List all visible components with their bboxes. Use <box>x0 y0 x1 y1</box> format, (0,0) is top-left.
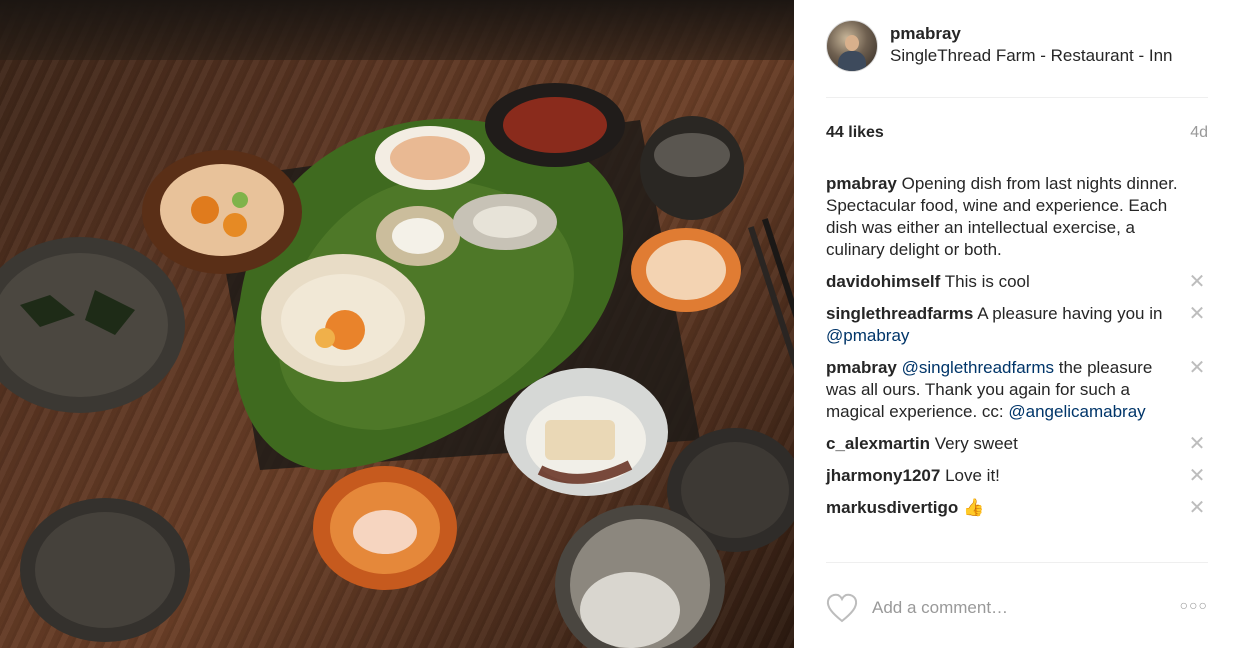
comment-item: jharmony1207 Love it! ✕ <box>826 465 1208 487</box>
caption: pmabray Opening dish from last nights di… <box>826 173 1208 261</box>
delete-comment-icon[interactable]: ✕ <box>1186 357 1208 379</box>
comment-username[interactable]: davidohimself <box>826 272 940 291</box>
comment-mention[interactable]: @singlethreadfarms <box>902 358 1054 377</box>
add-comment-input[interactable] <box>872 595 1152 621</box>
delete-comment-icon[interactable]: ✕ <box>1186 433 1208 455</box>
comment-item: davidohimself This is cool ✕ <box>826 271 1208 293</box>
comment-item: pmabray @singlethreadfarms the pleasure … <box>826 357 1208 423</box>
comment-footer: ○○○ <box>826 562 1208 648</box>
caption-username[interactable]: pmabray <box>826 174 897 193</box>
comment-text: Love it! <box>945 466 1000 485</box>
comments-list: pmabray Opening dish from last nights di… <box>826 173 1208 529</box>
avatar[interactable] <box>826 20 878 72</box>
avatar-body <box>838 51 866 71</box>
more-options-icon[interactable]: ○○○ <box>1174 597 1208 615</box>
likes-row: 44 likes 4d <box>826 124 1208 148</box>
post-author-username[interactable]: pmabray <box>890 24 961 44</box>
comment-username[interactable]: c_alexmartin <box>826 434 930 453</box>
post-timestamp[interactable]: 4d <box>1190 124 1208 142</box>
post-location[interactable]: SingleThread Farm - Restaurant - Inn <box>890 46 1173 66</box>
comment-text: A pleasure having you in <box>977 304 1163 323</box>
comment-username[interactable]: pmabray <box>826 358 897 377</box>
comment-text: 👍 <box>963 498 985 517</box>
delete-comment-icon[interactable]: ✕ <box>1186 303 1208 325</box>
delete-comment-icon[interactable]: ✕ <box>1186 271 1208 293</box>
comment-mention[interactable]: @angelicamabray <box>1008 402 1145 421</box>
avatar-face <box>845 35 859 51</box>
comment-item: c_alexmartin Very sweet ✕ <box>826 433 1208 455</box>
food-illustration <box>0 83 794 648</box>
comment-username[interactable]: jharmony1207 <box>826 466 940 485</box>
post-details-panel: pmabray SingleThread Farm - Restaurant -… <box>794 0 1238 648</box>
comment-text: Very sweet <box>934 434 1018 453</box>
comment-text: This is cool <box>944 272 1030 291</box>
heart-like-icon[interactable] <box>826 593 858 623</box>
comment-item: markusdivertigo 👍 ✕ <box>826 497 1208 519</box>
post-photo[interactable] <box>0 0 794 648</box>
delete-comment-icon[interactable]: ✕ <box>1186 465 1208 487</box>
comment-mention[interactable]: @pmabray <box>826 326 909 345</box>
comment-item: singlethreadfarms A pleasure having you … <box>826 303 1208 347</box>
comment-username[interactable]: markusdivertigo <box>826 498 958 517</box>
delete-comment-icon[interactable]: ✕ <box>1186 497 1208 519</box>
comment-username[interactable]: singlethreadfarms <box>826 304 973 323</box>
post-header: pmabray SingleThread Farm - Restaurant -… <box>826 20 1208 98</box>
likes-count[interactable]: 44 likes <box>826 124 884 142</box>
